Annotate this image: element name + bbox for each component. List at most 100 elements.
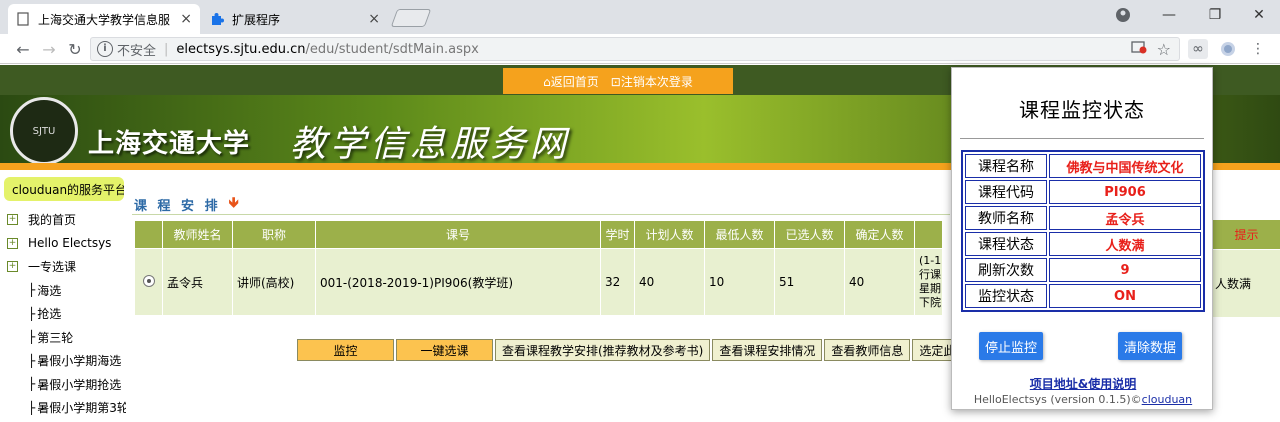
sidebar-subitem-round3[interactable]: ├ 第三轮 [0,326,126,350]
sidebar-subitem-haixuan[interactable]: ├ 海选 [0,279,126,303]
logout-link[interactable]: ⊡注销本次登录 [611,73,693,90]
sidebar-item-hello[interactable]: + Hello Electsys [0,232,126,256]
quick-select-button[interactable]: 一键选课 [396,339,493,361]
extension-circle-icon[interactable] [1218,39,1238,59]
sidebar: + 我的首页 + Hello Electsys + 一专选课 ├ 海选 ├ 抢选 ├ 第三轮… [0,208,126,420]
service-name: 教学信息服务网 [290,124,571,165]
url-path: /edu/student/sdtMain.aspx [305,41,479,57]
project-link[interactable]: 项目地址&使用说明 [952,375,1214,392]
info-value: 9 [1049,258,1201,282]
maximize-button[interactable]: ❐ [1192,0,1238,30]
info-row: 刷新次数 9 [965,258,1201,282]
sidebar-item-label: 暑假小学期海选 [37,354,122,369]
minimize-button[interactable]: — [1146,0,1192,30]
cell-teacher: 孟令兵 [162,248,233,316]
info-row: 课程状态 人数满 [965,232,1201,256]
radio-button[interactable] [142,274,155,287]
info-value: 佛教与中国传统文化 [1049,154,1201,178]
stop-monitor-button[interactable]: 停止监控 [979,332,1044,360]
expand-icon[interactable]: + [7,237,18,249]
sidebar-item-label: 一专选课 [28,260,77,275]
sidebar-subitem-summer-haixuan[interactable]: ├ 暑假小学期海选 [0,349,126,373]
info-row: 监控状态 ON [965,284,1201,308]
sidebar-item-label: 第三轮 [37,330,74,345]
info-key: 教师名称 [965,206,1047,230]
info-icon[interactable]: i [97,41,113,57]
profile-icon[interactable] [1100,0,1146,30]
info-value: PI906 [1049,180,1201,204]
column-header-teacher: 教师姓名 [162,220,233,249]
column-header-min: 最低人数 [704,220,775,249]
view-teacher-button[interactable]: 查看教师信息 [824,339,911,361]
cell-hours: 32 [600,248,635,316]
column-header-code: 课号 [315,220,601,249]
back-button[interactable]: ← [12,38,34,60]
section-title-text: 课 程 安 排 [134,198,221,214]
course-table: 教师姓名 职称 课号 学时 计划人数 最低人数 已选人数 确定人数 孟令兵 讲师… [134,220,943,316]
browser-toolbar: ← → ↻ i 不安全 | electsys.sjtu.edu.cn /edu/… [0,34,1280,64]
chrome-menu-icon[interactable]: ⋮ [1248,39,1268,59]
page-icon [16,12,30,26]
popup-divider [960,138,1204,139]
reload-button[interactable]: ↻ [64,38,86,60]
clear-data-button[interactable]: 清除数据 [1118,332,1183,360]
platform-label: clouduan的服务平台 [4,177,124,201]
row-select-radio[interactable] [134,248,163,316]
monitor-button[interactable]: 监控 [297,339,394,361]
monitor-info-table: 课程名称 佛教与中国传统文化 课程代码 PI906 教师名称 孟令兵 课程状态 人数满 … [961,150,1205,312]
version-text: HelloElectsys (version 0.1.5)© [973,393,1142,406]
university-logo: SJTU [10,97,78,165]
cell-min: 10 [704,248,775,316]
tab-close-icon[interactable]: × [180,11,192,27]
info-value: 孟令兵 [1049,206,1201,230]
info-row: 课程代码 PI906 [965,180,1201,204]
column-header-planned: 计划人数 [634,220,705,249]
cell-planned: 40 [634,248,705,316]
sidebar-item-label: 暑假小学期抢选 [37,377,122,392]
tab-strip: 上海交通大学教学信息服 × 扩展程序 × — ❐ ✕ [0,0,1280,34]
new-tab-button[interactable] [390,9,432,27]
close-window-button[interactable]: ✕ [1236,0,1280,30]
home-link[interactable]: ⌂返回首页 [543,73,599,90]
column-header-hint: 提示 [1213,220,1280,249]
expand-icon[interactable]: + [7,214,18,226]
cell-title: 讲师(高校) [232,248,316,316]
tree-branch-icon: ├ [28,330,36,345]
popup-title: 课程监控状态 [1019,98,1145,122]
table-row[interactable]: 孟令兵 讲师(高校) 001-(2018-2019-1)PI906(教学班) 3… [134,248,943,316]
info-key: 课程名称 [965,154,1047,178]
cell-code: 001-(2018-2019-1)PI906(教学班) [315,248,601,316]
sidebar-subitem-qiangxuan[interactable]: ├ 抢选 [0,302,126,326]
blocked-popup-icon[interactable] [1131,40,1147,58]
not-secure-label: 不安全 [117,43,157,59]
tab-close-icon[interactable]: × [368,11,380,27]
column-header-schedule [914,220,943,249]
section-divider [132,214,950,215]
view-schedule-button[interactable]: 查看课程安排情况 [712,339,823,361]
author-link[interactable]: clouduan [1142,393,1192,406]
column-header-select [134,220,163,249]
tab-extensions[interactable]: 扩展程序 × [202,4,388,34]
tab-electsys[interactable]: 上海交通大学教学信息服 × [8,4,200,34]
sidebar-item-course-select[interactable]: + 一专选课 [0,255,126,279]
sidebar-item-label: Hello Electsys [28,236,112,251]
sidebar-subitem-summer-qiangxuan[interactable]: ├ 暑假小学期抢选 [0,373,126,397]
column-header-title: 职称 [232,220,316,249]
column-header-selected: 已选人数 [774,220,845,249]
address-bar[interactable]: i 不安全 | electsys.sjtu.edu.cn /edu/studen… [90,37,1180,61]
extension-helloelectsys-icon[interactable]: ∞ [1188,39,1208,59]
expand-icon[interactable]: + [7,261,18,273]
sidebar-item-label: 抢选 [37,307,62,322]
sidebar-item-label: 海选 [37,283,62,298]
sidebar-item-home[interactable]: + 我的首页 [0,208,126,232]
cell-hint: 人数满 [1213,250,1280,317]
top-menu: ⌂返回首页 ⊡注销本次登录 [503,68,733,94]
info-key: 课程状态 [965,232,1047,256]
tab-title: 扩展程序 [232,12,281,27]
forward-button[interactable]: → [38,38,60,60]
sidebar-subitem-summer-round3[interactable]: ├ 暑假小学期第3轮 [0,396,126,420]
sidebar-item-label: 暑假小学期第3轮 [37,401,126,416]
view-course-plan-button[interactable]: 查看课程教学安排(推荐教材及参考书) [495,339,711,361]
star-icon[interactable]: ☆ [1157,40,1171,59]
puzzle-icon [210,12,224,26]
